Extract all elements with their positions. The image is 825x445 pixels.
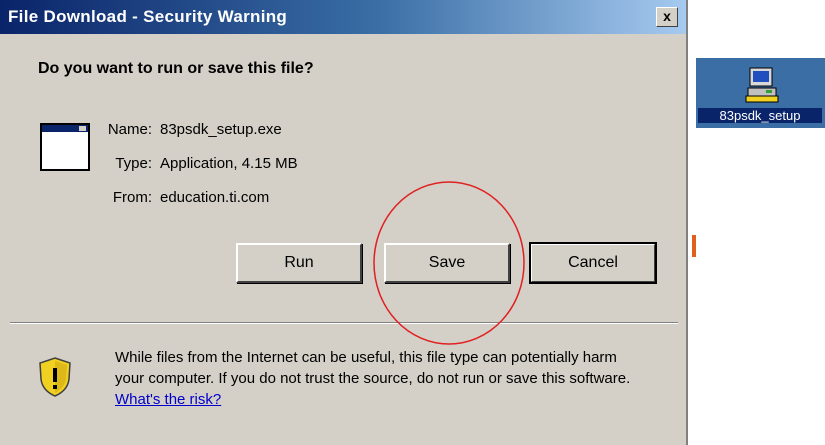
whats-the-risk-link[interactable]: What's the risk? bbox=[115, 391, 221, 408]
close-button[interactable]: x bbox=[656, 7, 678, 27]
dialog-question: Do you want to run or save this file? bbox=[38, 60, 314, 77]
title-bar[interactable]: File Download - Security Warning x bbox=[0, 0, 686, 34]
file-type-value: Application, 4.15 MB bbox=[160, 155, 298, 172]
shield-warning-icon bbox=[39, 357, 71, 397]
file-type-label: Type: bbox=[115, 155, 152, 172]
warning-message: While files from the Internet can be use… bbox=[115, 347, 635, 410]
highlight-circle bbox=[373, 181, 525, 345]
file-name-value: 83psdk_setup.exe bbox=[160, 121, 282, 138]
window-title: File Download - Security Warning bbox=[8, 7, 288, 26]
cancel-button[interactable]: Cancel bbox=[529, 242, 657, 284]
file-download-dialog: File Download - Security Warning x Do yo… bbox=[0, 0, 688, 445]
file-from-value: education.ti.com bbox=[160, 189, 270, 206]
installer-icon[interactable] bbox=[744, 66, 780, 104]
run-button[interactable]: Run bbox=[236, 243, 362, 283]
file-name-label: Name: bbox=[107, 121, 152, 138]
warning-text: While files from the Internet can be use… bbox=[115, 349, 631, 387]
desktop-icon-label[interactable]: 83psdk_setup bbox=[698, 108, 822, 123]
separator bbox=[10, 322, 678, 324]
background-window-edge bbox=[692, 235, 696, 257]
file-from-label: From: bbox=[112, 189, 152, 206]
